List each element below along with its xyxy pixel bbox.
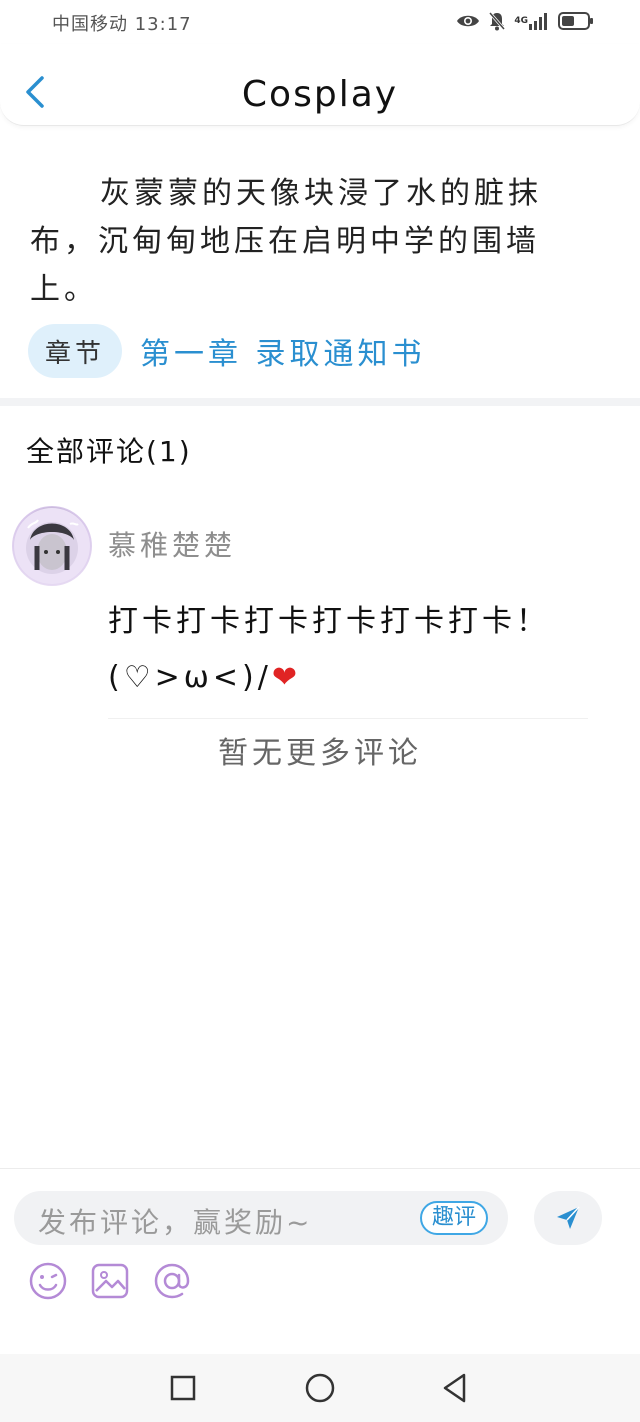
mention-button[interactable] [152,1261,192,1301]
comments-header: 全部评论(1) [26,435,192,468]
emoji-button[interactable] [28,1261,68,1301]
comment-emoticon: (♡>ω<)/ [108,660,272,695]
comment-item: 慕稚楚楚 打卡打卡打卡打卡打卡打卡！ (♡>ω<)/❤ [0,500,640,720]
send-icon [557,1206,580,1229]
composer-tools [28,1261,192,1301]
comment-emoticon-line: (♡>ω<)/❤ [108,650,608,706]
square-icon [170,1375,196,1401]
comment-input[interactable]: 发布评论，赢奖励~ 趣评 [14,1191,508,1245]
comment-input-placeholder: 发布评论，赢奖励~ [38,1206,313,1239]
status-bar: 中国移动 13:17 4G [0,0,640,44]
eye-icon [456,13,480,29]
carrier-time: 中国移动 13:17 [52,14,192,35]
image-icon [91,1263,129,1299]
chapter-link[interactable]: 第一章 录取通知书 [140,329,426,373]
section-divider [0,398,640,406]
heart-emoji: ❤ [271,660,301,695]
chapter-row: 章节 第一章 录取通知书 [28,324,426,378]
comment-composer: 发布评论，赢奖励~ 趣评 [0,1168,640,1354]
top-app-bar: Cosplay [0,44,640,126]
mute-bell-icon [488,11,506,31]
avatar[interactable] [12,506,92,586]
comment-body: 打卡打卡打卡打卡打卡打卡！ (♡>ω<)/❤ [108,594,608,706]
story-excerpt: 灰蒙蒙的天像块浸了水的脏抹布，沉甸甸地压在启明中学的围墙上。 [30,176,542,307]
no-more-comments: 暂无更多评论 [218,736,422,771]
system-nav-bar [0,1354,640,1422]
fun-comment-button[interactable]: 趣评 [419,1201,488,1235]
comment-author[interactable]: 慕稚楚楚 [108,524,236,564]
circle-icon [305,1373,335,1403]
signal-icon: 4G [514,12,550,30]
recent-apps-button[interactable] [166,1371,200,1405]
at-icon [154,1263,190,1299]
image-button[interactable] [90,1261,130,1301]
comment-text: 打卡打卡打卡打卡打卡打卡！ [108,604,550,639]
home-button[interactable] [303,1371,337,1405]
network-label: 4G [514,16,528,26]
page-title: Cosplay [241,74,399,115]
chapter-tag: 章节 [28,324,122,378]
status-icons: 4G [456,10,594,32]
comment-divider [108,718,588,719]
triangle-back-icon [443,1373,466,1403]
send-button[interactable] [534,1191,602,1245]
back-nav-button[interactable] [438,1371,472,1405]
battery-icon [558,11,594,31]
smiley-icon [29,1262,67,1300]
